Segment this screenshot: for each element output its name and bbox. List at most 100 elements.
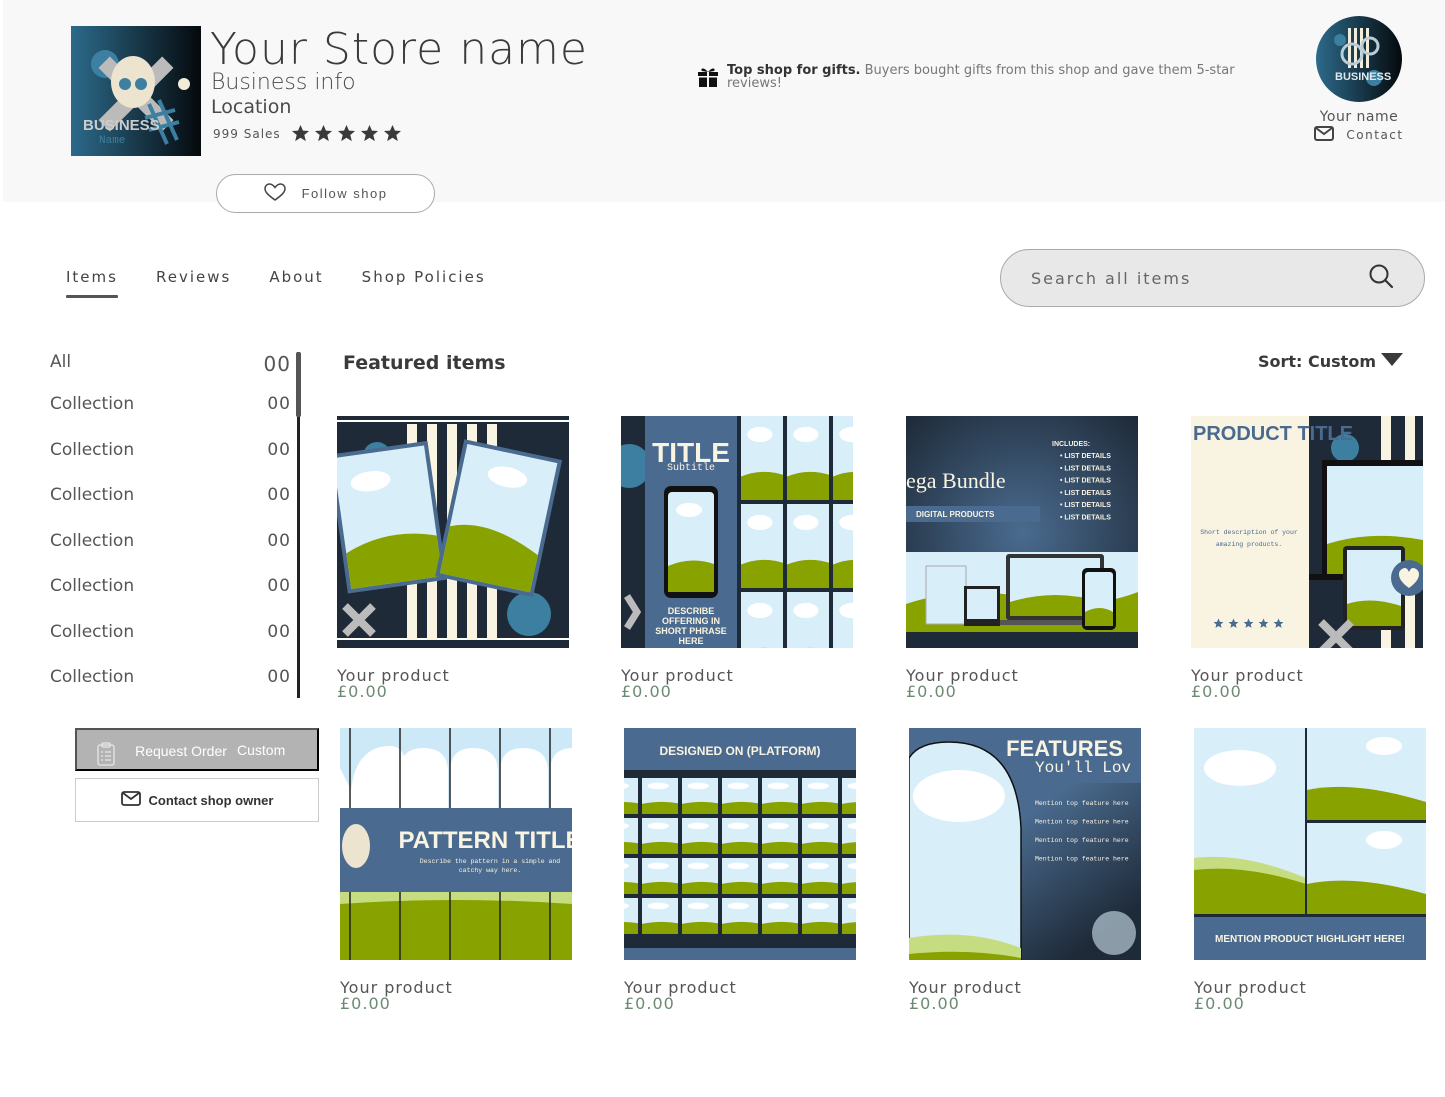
tab-shop-policies[interactable]: Shop Policies: [362, 268, 486, 298]
shop-tabs: Items Reviews About Shop Policies: [66, 268, 524, 298]
collection-item[interactable]: Collection 00: [50, 485, 300, 531]
owner-avatar[interactable]: BUSINESS: [1316, 16, 1402, 102]
featured-items-title: Featured items: [343, 352, 506, 374]
shop-owner: BUSINESS Your name Contact: [1309, 16, 1409, 144]
request-custom-label: Custom: [237, 742, 286, 758]
request-custom-order-button[interactable]: Request Order Custom: [75, 728, 319, 771]
thumb-title: MENTION PRODUCT HIGHLIGHT HERE!: [1215, 934, 1405, 945]
chevron-down-icon: [1380, 351, 1404, 371]
thumb-includes: INCLUDES:: [1052, 441, 1090, 448]
collection-count: 00: [267, 530, 291, 551]
collection-label: Collection: [50, 485, 135, 505]
search-input[interactable]: [1031, 268, 1368, 288]
thumb-list-item: • LIST DETAILS: [1060, 478, 1111, 485]
collection-count: 00: [267, 621, 291, 642]
location: Location: [211, 96, 292, 118]
thumb-desc-2: catchy way here.: [459, 867, 521, 874]
thumb-caption: DESCRIBE: [668, 606, 715, 616]
product-price: £0.00: [1191, 682, 1242, 701]
search-bar: [1000, 249, 1425, 307]
thumb-list-item: • LIST DETAILS: [1060, 453, 1111, 460]
thumb-feature-item: Mention top feature here: [1035, 856, 1129, 863]
product-card[interactable]: PATTERN TITLE Describe the pattern in a …: [340, 728, 572, 1012]
star-icon: [360, 124, 378, 142]
collection-label: Collection: [50, 394, 135, 414]
product-thumbnail[interactable]: DESIGNED ON (PLATFORM): [624, 728, 856, 960]
product-thumbnail[interactable]: PRODUCT TITLE Short description of your …: [1191, 416, 1423, 648]
contact-shop-owner-label: Contact shop owner: [148, 792, 274, 808]
product-price: £0.00: [906, 682, 957, 701]
product-price: £0.00: [624, 994, 675, 1013]
owner-contact-label: Contact: [1346, 128, 1404, 142]
sort-dropdown[interactable]: Sort: Custom: [1258, 351, 1404, 371]
product-card[interactable]: TITLE Subtitle DESCRIBE OFFERING IN SHOR…: [621, 416, 853, 700]
collection-all[interactable]: All 00: [50, 352, 300, 394]
rating-stars[interactable]: [291, 124, 402, 143]
product-price: £0.00: [1194, 994, 1245, 1013]
collection-count: 00: [267, 394, 291, 414]
product-thumbnail[interactable]: PATTERN TITLE Describe the pattern in a …: [340, 728, 572, 960]
clipboard-icon: [97, 742, 115, 769]
collection-item[interactable]: Collection 00: [50, 394, 300, 440]
product-thumbnail[interactable]: FEATURES You'll Lov Mention top feature …: [909, 728, 1141, 960]
product-thumbnail[interactable]: [337, 416, 569, 648]
follow-shop-label: Follow shop: [301, 186, 388, 201]
mail-icon: [120, 791, 141, 809]
product-thumbnail[interactable]: ega Bundle DIGITAL PRODUCTS INCLUDES: • …: [906, 416, 1138, 648]
owner-contact-link[interactable]: Contact: [1309, 126, 1409, 144]
contact-shop-owner-button[interactable]: Contact shop owner: [75, 778, 319, 822]
shop-logo[interactable]: BUSINESS Name: [71, 26, 201, 156]
thumb-title: ega Bundle: [906, 468, 1006, 493]
tab-about[interactable]: About: [269, 268, 323, 298]
svg-text:SHORT PHRASE: SHORT PHRASE: [655, 626, 727, 636]
collection-count: 00: [267, 576, 291, 596]
thumb-subtitle: DIGITAL PRODUCTS: [916, 510, 995, 519]
product-price: £0.00: [621, 682, 672, 701]
collection-item[interactable]: Collection 00: [50, 622, 300, 668]
collection-item[interactable]: Collection 00: [50, 440, 300, 486]
collection-label: Collection: [50, 439, 135, 460]
product-card[interactable]: FEATURES You'll Lov Mention top feature …: [909, 728, 1141, 1012]
svg-text:OFFERING IN: OFFERING IN: [662, 616, 720, 626]
thumb-feature-item: Mention top feature here: [1035, 819, 1129, 826]
store-name: Your Store name: [210, 24, 588, 75]
mail-icon: [1314, 126, 1335, 144]
gift-icon: [697, 64, 719, 92]
collection-item[interactable]: Collection 00: [50, 576, 300, 622]
thumb-list-item: • LIST DETAILS: [1060, 490, 1111, 497]
star-icon: [314, 124, 332, 142]
collections-sidebar: All 00 Collection 00 Collection 00 Collection 0…: [50, 352, 300, 713]
sales-row: 999 Sales: [213, 124, 402, 143]
sidebar-scrollbar-thumb[interactable]: [296, 352, 301, 417]
collection-label: Collection: [50, 667, 135, 687]
thumb-feature-item: Mention top feature here: [1035, 800, 1129, 807]
collection-item[interactable]: Collection 00: [50, 531, 300, 577]
thumb-list-item: • LIST DETAILS: [1060, 465, 1111, 472]
product-card[interactable]: PRODUCT TITLE Short description of your …: [1191, 416, 1423, 700]
follow-shop-button[interactable]: Follow shop: [216, 174, 435, 213]
collection-count: 00: [263, 352, 291, 376]
logo-text-top: BUSINESS: [83, 117, 160, 134]
collection-label: Collection: [50, 621, 135, 642]
thumb-subtitle: Subtitle: [667, 462, 715, 474]
star-icon: [383, 124, 401, 142]
request-order-label: Request Order: [135, 743, 227, 759]
star-icon: [337, 124, 355, 142]
collection-item[interactable]: Collection 00: [50, 667, 300, 713]
product-card[interactable]: Your product £0.00: [337, 416, 569, 700]
product-card[interactable]: MENTION PRODUCT HIGHLIGHT HERE! Your pro…: [1194, 728, 1426, 1012]
thumb-desc-1: Describe the pattern in a simple and: [420, 858, 561, 865]
tab-reviews[interactable]: Reviews: [156, 268, 231, 298]
owner-name: Your name: [1319, 109, 1399, 125]
thumb-title: DESIGNED ON (PLATFORM): [659, 744, 820, 758]
product-price: £0.00: [340, 994, 391, 1013]
collection-count: 00: [267, 439, 291, 460]
product-thumbnail[interactable]: TITLE Subtitle DESCRIBE OFFERING IN SHOR…: [621, 416, 853, 648]
svg-text:HERE: HERE: [678, 636, 703, 646]
tab-items[interactable]: Items: [66, 268, 118, 298]
product-card[interactable]: DESIGNED ON (PLATFORM) Your product £0.0…: [624, 728, 856, 1012]
product-card[interactable]: ega Bundle DIGITAL PRODUCTS INCLUDES: • …: [906, 416, 1138, 700]
product-thumbnail[interactable]: MENTION PRODUCT HIGHLIGHT HERE!: [1194, 728, 1426, 960]
search-icon[interactable]: [1368, 263, 1394, 293]
product-price: £0.00: [337, 682, 388, 701]
